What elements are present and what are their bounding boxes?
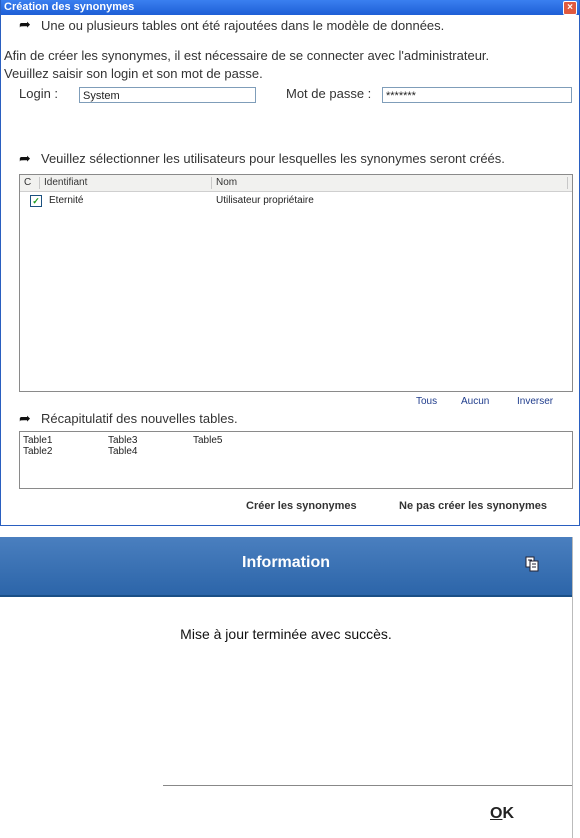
arrow-icon: ➦ — [19, 16, 31, 32]
checkbox-checked[interactable]: ✓ — [30, 195, 42, 207]
copy-icon[interactable] — [525, 556, 539, 572]
user-nom: Utilisateur propriétaire — [216, 195, 314, 206]
create-synonyms-button[interactable]: Créer les synonymes — [246, 500, 357, 512]
ok-accelerator: O — [490, 805, 503, 822]
arrow-icon: ➦ — [19, 410, 31, 426]
select-users-label: Veuillez sélectionner les utilisateurs p… — [41, 151, 505, 166]
dialog-titlebar: Création des synonymes × — [1, 0, 579, 15]
close-icon[interactable]: × — [563, 1, 577, 15]
summary-label: Récapitulatif des nouvelles tables. — [41, 411, 238, 426]
column-header-identifiant[interactable]: Identifiant — [40, 177, 212, 189]
column-header-nom[interactable]: Nom — [212, 177, 568, 189]
password-label: Mot de passe : — [286, 86, 372, 101]
dialog-title: Création des synonymes — [4, 1, 135, 13]
separator — [163, 785, 572, 786]
instructions-line-2: Veuillez saisir son login et son mot de … — [4, 66, 263, 81]
password-input[interactable]: ******* — [382, 87, 572, 103]
instructions-line-1: Afin de créer les synonymes, il est néce… — [4, 48, 490, 63]
table-name: Table3 — [108, 435, 138, 446]
info-message: Mise à jour terminée avec succès. — [180, 626, 392, 642]
select-all-button[interactable]: Tous — [416, 396, 437, 407]
table-name: Table5 — [193, 435, 223, 446]
table-name: Table2 — [23, 446, 53, 457]
arrow-icon: ➦ — [19, 150, 31, 166]
table-name: Table4 — [108, 446, 138, 457]
login-input[interactable]: System — [79, 87, 256, 103]
select-none-button[interactable]: Aucun — [461, 396, 489, 407]
list-header: C Identifiant Nom — [20, 175, 572, 192]
ok-button[interactable]: OK — [490, 805, 514, 823]
login-label: Login : — [19, 86, 59, 101]
dialog-title: Information — [242, 554, 330, 571]
table-name: Table1 — [23, 435, 53, 446]
synonyms-dialog: Création des synonymes × ➦ Une ou plusie… — [0, 0, 580, 526]
information-dialog: Information Mise à jour terminée avec su… — [0, 537, 573, 838]
skip-synonyms-button[interactable]: Ne pas créer les synonymes — [399, 500, 547, 512]
dialog-titlebar: Information — [0, 537, 572, 597]
list-item[interactable]: ✓ Eternité Utilisateur propriétaire — [20, 192, 572, 208]
ok-label-rest: K — [502, 805, 515, 822]
new-tables-list: Table1 Table2 Table3 Table4 Table5 — [19, 431, 573, 489]
info-line: Une ou plusieurs tables ont été rajoutée… — [41, 18, 445, 33]
user-identifiant: Eternité — [49, 195, 84, 206]
users-list[interactable]: C Identifiant Nom ✓ Eternité Utilisateur… — [19, 174, 573, 392]
invert-selection-button[interactable]: Inverser — [517, 396, 553, 407]
column-header-c[interactable]: C — [20, 177, 40, 189]
